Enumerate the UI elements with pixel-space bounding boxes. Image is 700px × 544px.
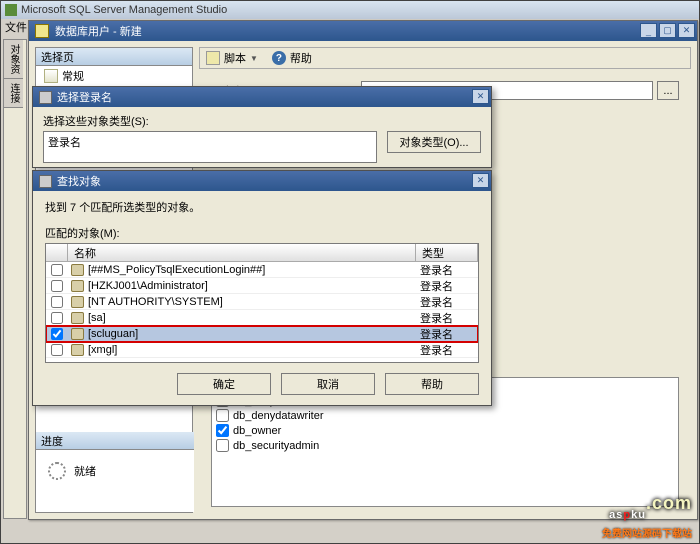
object-types-field[interactable]: 登录名 [43, 131, 377, 163]
ok-button[interactable]: 确定 [177, 373, 271, 395]
document-icon [35, 24, 49, 38]
close-button[interactable]: ✕ [678, 23, 695, 38]
db-user-title-text: 数据库用户 - 新建 [55, 23, 142, 39]
found-count-label: 找到 7 个匹配所选类型的对象。 [45, 199, 479, 215]
grid-row-selected[interactable]: [scluguan] 登录名 [46, 326, 478, 342]
object-types-label: 选择这些对象类型(S): [43, 113, 481, 129]
close-button[interactable]: ✕ [472, 173, 489, 188]
login-icon [71, 280, 84, 292]
script-label[interactable]: 脚本 [224, 50, 246, 66]
progress-status: 就绪 [74, 463, 96, 479]
dialog-icon [39, 175, 52, 188]
ssms-left-docktabs[interactable]: 对象资 连接 [3, 39, 27, 519]
row-name: [scluguan] [86, 328, 416, 340]
login-icon [71, 344, 84, 356]
help-label[interactable]: 帮助 [290, 50, 312, 66]
login-icon [71, 296, 84, 308]
grid-row[interactable]: [##MS_PolicyTsqlExecutionLogin##] 登录名 [46, 262, 478, 278]
progress-header: 进度 [36, 432, 194, 450]
login-icon [71, 328, 84, 340]
find-objects-dialog: 查找对象 ✕ 找到 7 个匹配所选类型的对象。 匹配的对象(M): 名称 类型 … [32, 170, 492, 406]
find-objects-titlebar[interactable]: 查找对象 ✕ [33, 171, 491, 191]
close-button[interactable]: ✕ [472, 89, 489, 104]
select-login-title: 选择登录名 [57, 89, 112, 105]
col-type[interactable]: 类型 [416, 244, 478, 261]
select-login-dialog: 选择登录名 ✕ 选择这些对象类型(S): 登录名 对象类型(O)... [32, 86, 492, 168]
cancel-button[interactable]: 取消 [281, 373, 375, 395]
ssms-icon [5, 4, 17, 16]
role-checkbox[interactable] [216, 439, 229, 452]
db-user-titlebar[interactable]: 数据库用户 - 新建 _ ▢ ✕ [29, 21, 697, 41]
row-name: [HZKJ001\Administrator] [86, 280, 416, 292]
help-button[interactable]: 帮助 [385, 373, 479, 395]
chevron-down-icon[interactable]: ▼ [250, 54, 258, 63]
role-row[interactable]: db_denydatawriter [212, 408, 678, 423]
row-type: 登录名 [416, 262, 478, 278]
page-icon [44, 69, 58, 83]
tab-connect[interactable]: 连接 [4, 79, 23, 108]
role-checkbox[interactable] [216, 424, 229, 437]
watermark: aspku.com 免费网站源码下载站 [602, 493, 692, 540]
grid-row[interactable]: [xmgl] 登录名 [46, 342, 478, 358]
progress-pane: 进度 就绪 [36, 432, 194, 512]
script-icon[interactable] [206, 51, 220, 65]
row-type: 登录名 [416, 342, 478, 358]
matched-label: 匹配的对象(M): [45, 225, 479, 241]
find-objects-title: 查找对象 [57, 173, 101, 189]
objects-grid[interactable]: 名称 类型 [##MS_PolicyTsqlExecutionLogin##] … [45, 243, 479, 363]
dialog-icon [39, 91, 52, 104]
col-check[interactable] [46, 244, 68, 261]
role-checkbox[interactable] [216, 409, 229, 422]
progress-spinner-icon [48, 462, 66, 480]
row-name: [sa] [86, 312, 416, 324]
grid-row[interactable]: [NT AUTHORITY\SYSTEM] 登录名 [46, 294, 478, 310]
object-types-button[interactable]: 对象类型(O)... [387, 131, 481, 153]
right-toolbar: 脚本 ▼ ? 帮助 [199, 47, 691, 69]
row-checkbox[interactable] [51, 296, 63, 308]
row-name: [##MS_PolicyTsqlExecutionLogin##] [86, 264, 416, 276]
watermark-tagline: 免费网站源码下载站 [602, 525, 692, 540]
row-checkbox[interactable] [51, 344, 63, 356]
row-type: 登录名 [416, 278, 478, 294]
menu-file[interactable]: 文件 [5, 19, 27, 35]
tab-object-explorer[interactable]: 对象资 [4, 40, 23, 79]
row-type: 登录名 [416, 310, 478, 326]
col-name[interactable]: 名称 [68, 244, 416, 261]
watermark-brand: aspku.com [609, 493, 692, 525]
select-login-titlebar[interactable]: 选择登录名 ✕ [33, 87, 491, 107]
row-type: 登录名 [416, 326, 478, 342]
row-checkbox[interactable] [51, 328, 63, 340]
login-icon [71, 264, 84, 276]
ssms-titlebar: Microsoft SQL Server Management Studio [1, 1, 699, 19]
login-icon [71, 312, 84, 324]
role-row[interactable]: db_securityadmin [212, 438, 678, 453]
row-name: [xmgl] [86, 344, 416, 356]
row-checkbox[interactable] [51, 264, 63, 276]
find-dialog-buttons: 确定 取消 帮助 [45, 373, 479, 395]
minimize-button[interactable]: _ [640, 23, 657, 38]
tree-item-general[interactable]: 常规 [36, 66, 192, 86]
row-checkbox[interactable] [51, 280, 63, 292]
maximize-button[interactable]: ▢ [659, 23, 676, 38]
grid-row[interactable]: [HZKJ001\Administrator] 登录名 [46, 278, 478, 294]
help-icon[interactable]: ? [272, 51, 286, 65]
window-controls: _ ▢ ✕ [640, 23, 695, 38]
ssms-title-text: Microsoft SQL Server Management Studio [21, 4, 227, 16]
row-type: 登录名 [416, 294, 478, 310]
grid-row[interactable]: [sa] 登录名 [46, 310, 478, 326]
username-browse-button[interactable]: ... [657, 81, 679, 100]
left-pane-header: 选择页 [36, 48, 192, 66]
grid-header: 名称 类型 [46, 244, 478, 262]
row-checkbox[interactable] [51, 312, 63, 324]
role-row[interactable]: db_owner [212, 423, 678, 438]
row-name: [NT AUTHORITY\SYSTEM] [86, 296, 416, 308]
